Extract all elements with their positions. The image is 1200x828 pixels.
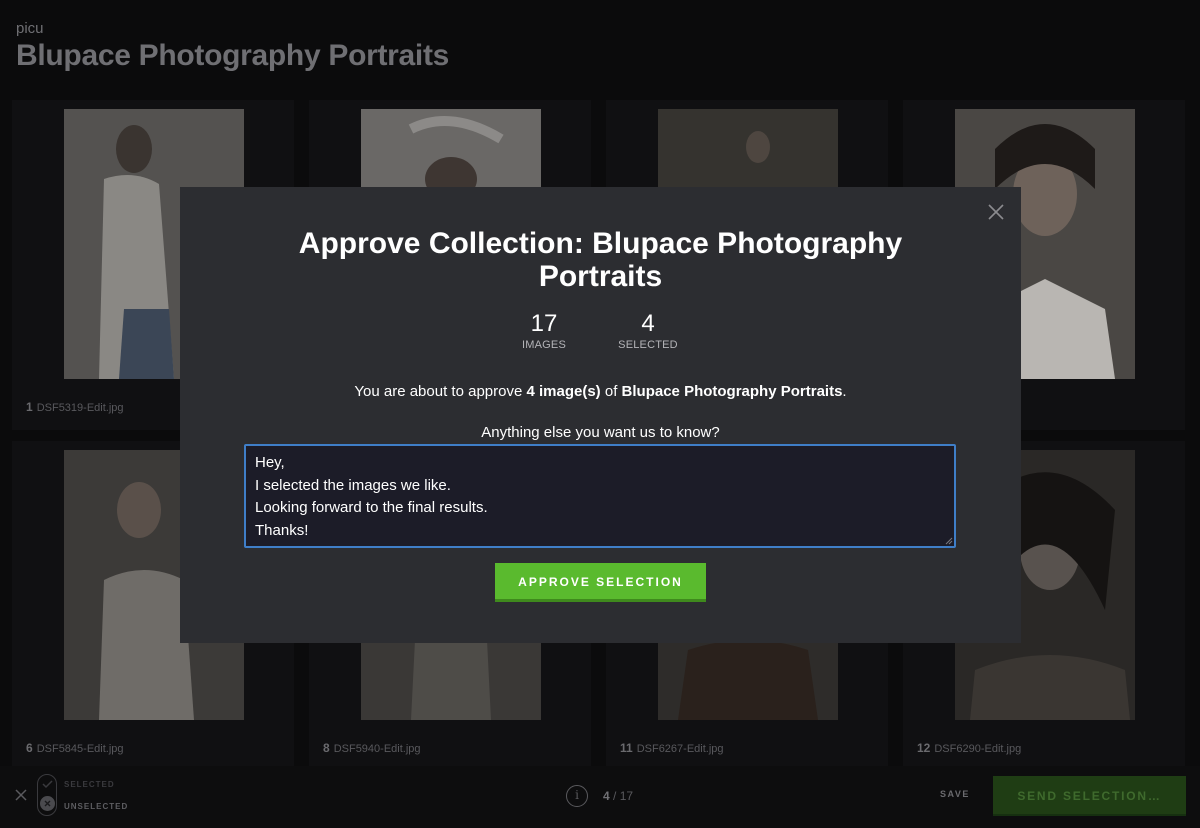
grid-item-caption: 6 DSF5845-Edit.jpg — [26, 741, 124, 755]
header: picu Blupace Photography Portraits — [16, 20, 449, 73]
stat-selected: 4 SELECTED — [603, 310, 693, 352]
grid-item-number: 1 — [26, 400, 33, 414]
summary-collection: Blupace Photography Portraits — [621, 383, 843, 400]
stat-images: 17 IMAGES — [499, 310, 589, 352]
filter-selected-label[interactable]: SELECTED — [64, 780, 115, 789]
stat-value: 4 — [641, 310, 655, 337]
grid-item-number: 11 — [620, 741, 633, 755]
app-page: picu Blupace Photography Portraits 1 DSF5… — [0, 0, 1200, 828]
x-icon — [44, 800, 51, 807]
close-icon[interactable] — [14, 788, 28, 802]
stat-value: 17 — [530, 310, 558, 337]
message-field[interactable]: Hey, I selected the images we like. Look… — [244, 444, 956, 548]
close-icon[interactable] — [988, 204, 1004, 220]
summary-suffix: . — [842, 383, 847, 400]
pager-total: / 17 — [613, 789, 634, 803]
gallery-title: Blupace Photography Portraits — [16, 39, 450, 72]
check-icon — [42, 780, 53, 789]
grid-item-number: 8 — [323, 741, 330, 755]
grid-item-filename: DSF5845-Edit.jpg — [36, 743, 124, 755]
approve-selection-button[interactable]: APPROVE SELECTION — [495, 563, 706, 602]
grid-item-filename: DSF6267-Edit.jpg — [636, 743, 724, 755]
filter-unselected-label[interactable]: UNSELECTED — [64, 802, 128, 811]
brand-name: picu — [16, 20, 44, 37]
summary-mid: of — [600, 383, 622, 400]
save-button[interactable]: SAVE — [940, 789, 970, 799]
info-icon[interactable]: i — [566, 785, 588, 807]
grid-item-number: 6 — [26, 741, 33, 755]
grid-item-caption: 1 DSF5319-Edit.jpg — [26, 400, 124, 414]
resize-grip-icon[interactable] — [945, 537, 953, 545]
approve-summary: You are about to approve 4 image(s) of B… — [180, 383, 1021, 400]
grid-item-caption: 11 DSF6267-Edit.jpg — [620, 741, 724, 755]
grid-item-caption: 12 DSF6290-Edit.jpg — [917, 741, 1021, 755]
grid-item-filename: DSF6290-Edit.jpg — [934, 743, 1022, 755]
grid-item-caption: 8 DSF5940-Edit.jpg — [323, 741, 421, 755]
stat-label: IMAGES — [522, 339, 566, 351]
pager: 4 / 17 — [603, 789, 633, 803]
approve-modal: Approve Collection: Blupace Photography … — [180, 187, 1021, 643]
modal-title: Approve Collection: Blupace Photography … — [298, 227, 903, 293]
pager-current: 4 — [603, 789, 610, 803]
grid-item-number: 12 — [917, 741, 931, 755]
grid-item-filename: DSF5319-Edit.jpg — [36, 402, 124, 414]
send-selection-button[interactable]: SEND SELECTION… — [993, 776, 1186, 816]
message-prompt: Anything else you want us to know? — [481, 424, 720, 441]
grid-item-filename: DSF5940-Edit.jpg — [333, 743, 421, 755]
stat-label: SELECTED — [618, 339, 678, 351]
summary-count: 4 image(s) — [526, 383, 601, 400]
summary-prefix: You are about to approve — [354, 383, 527, 400]
